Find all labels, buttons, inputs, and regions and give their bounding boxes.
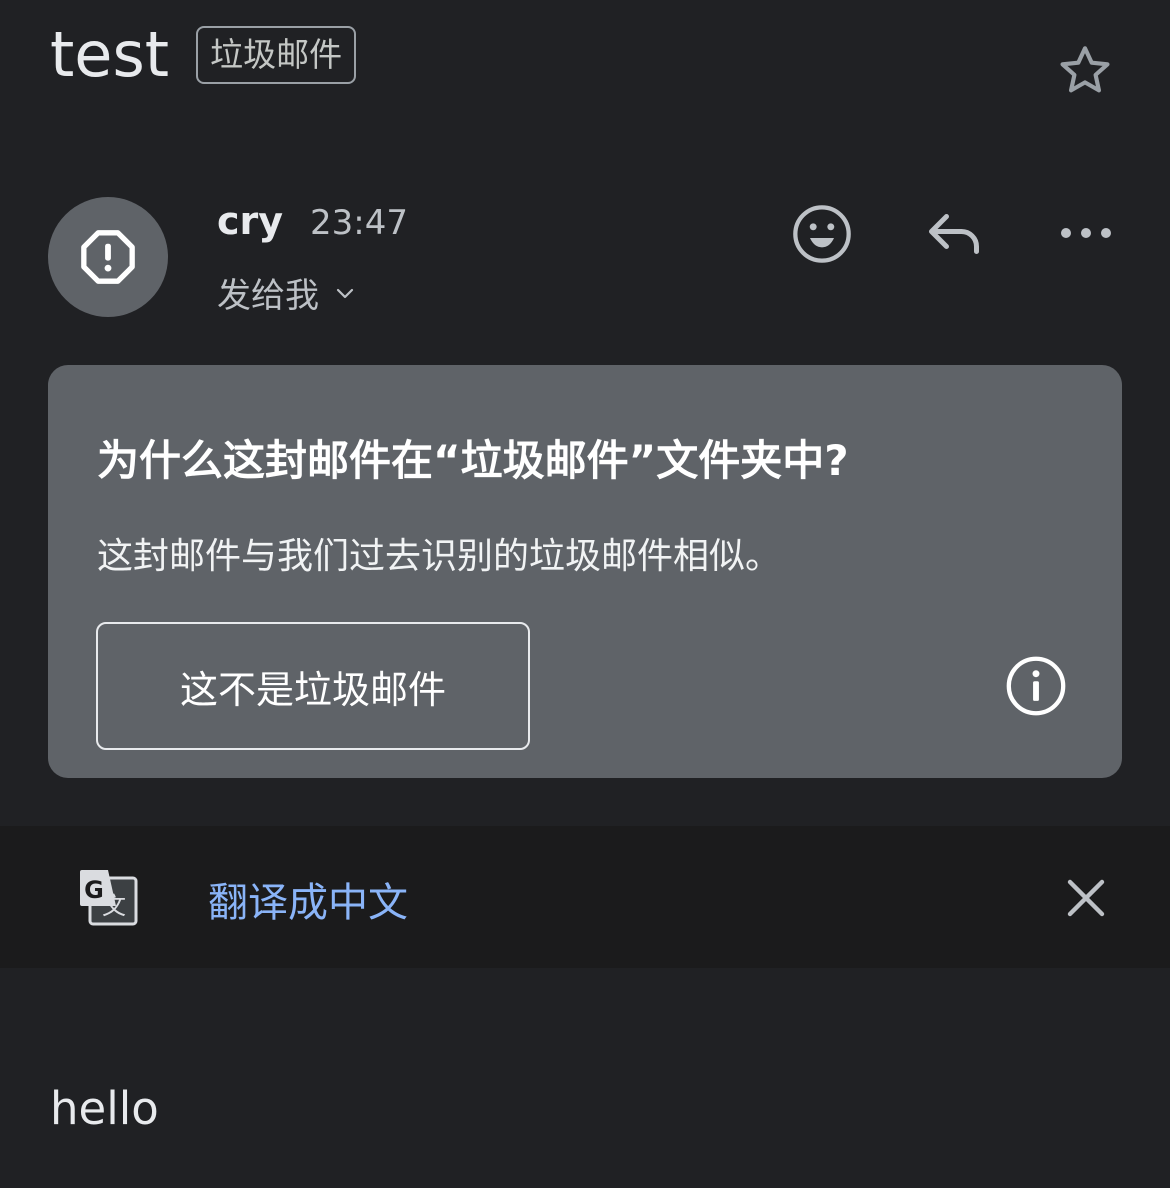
chevron-down-icon: [336, 288, 354, 298]
smiley-icon[interactable]: [790, 202, 854, 266]
sender-avatar: [48, 197, 168, 317]
more-horizontal-icon[interactable]: [1058, 218, 1114, 248]
spam-notice-title: 为什么这封邮件在“垃圾邮件”文件夹中?: [97, 436, 849, 485]
svg-text:G: G: [84, 876, 104, 904]
not-spam-button[interactable]: 这不是垃圾邮件: [96, 622, 530, 750]
spam-label-chip[interactable]: 垃圾邮件: [196, 26, 357, 84]
spam-notice-card: 为什么这封邮件在“垃圾邮件”文件夹中? 这封邮件与我们过去识别的垃圾邮件相似。 …: [48, 365, 1122, 778]
translate-link[interactable]: 翻译成中文: [208, 870, 408, 928]
spam-warning-icon: [81, 230, 135, 284]
sender-line: cry 23:47: [217, 199, 408, 243]
google-translate-icon: 文 G: [80, 870, 138, 926]
info-icon[interactable]: [1004, 654, 1068, 718]
recipient-text: 发给我: [217, 276, 319, 316]
email-subject: test 垃圾邮件: [50, 18, 357, 92]
sender-time: 23:47: [310, 203, 409, 243]
message-body: hello: [50, 1082, 159, 1135]
close-icon[interactable]: [1062, 874, 1110, 922]
subject-title: test: [50, 18, 170, 91]
recipient-toggle[interactable]: 发给我: [217, 268, 357, 317]
star-icon[interactable]: [1054, 40, 1116, 102]
reply-icon[interactable]: [922, 204, 986, 264]
sender-name: cry: [217, 199, 284, 243]
translate-bar: 文 G 翻译成中文: [0, 826, 1170, 968]
spam-notice-body: 这封邮件与我们过去识别的垃圾邮件相似。: [97, 536, 782, 577]
